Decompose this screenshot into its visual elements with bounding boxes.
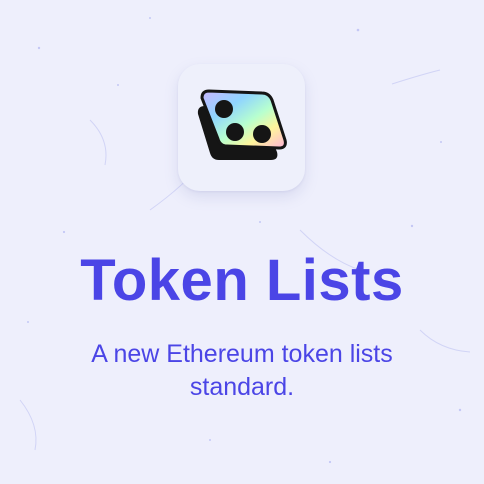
page-title: Token Lists: [80, 248, 404, 313]
token-lists-logo-icon: [197, 89, 287, 160]
app-logo-tile: [178, 64, 305, 191]
page-subtitle: A new Ethereum token lists standard.: [91, 340, 393, 401]
